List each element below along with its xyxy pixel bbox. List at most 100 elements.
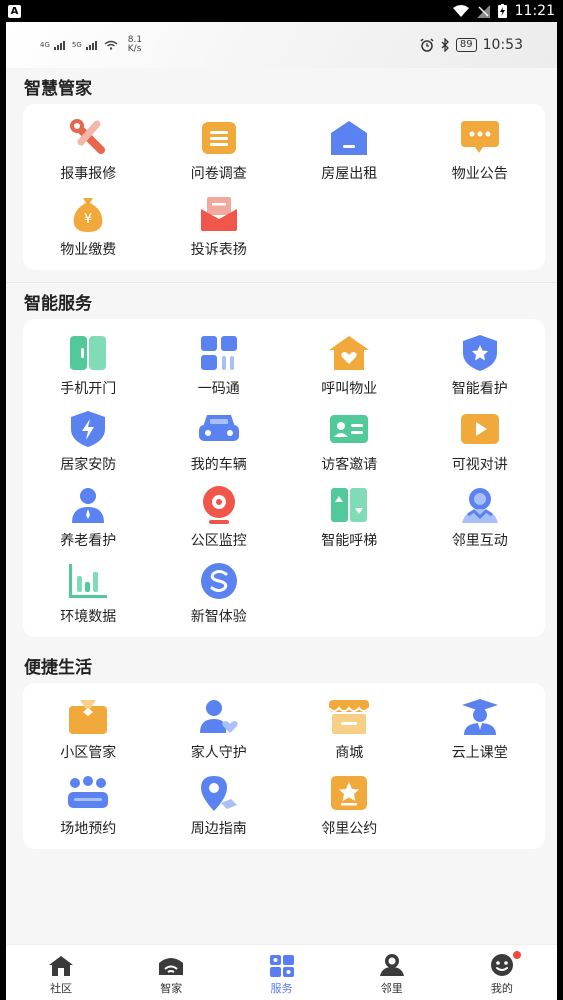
nav-label: 服务 bbox=[270, 982, 293, 995]
tile-smart-care[interactable]: 智能看护 bbox=[415, 325, 546, 401]
tile-label: 家人守护 bbox=[190, 745, 247, 761]
tile-elderly-care[interactable]: 养老看护 bbox=[23, 477, 154, 553]
tile-label: 场地预约 bbox=[60, 821, 117, 837]
tile-property-payment[interactable]: ¥ 物业缴费 bbox=[23, 186, 154, 262]
speed-unit: K/s bbox=[127, 44, 142, 54]
document-icon bbox=[201, 122, 236, 154]
home-icon bbox=[49, 956, 74, 976]
person-icon bbox=[72, 488, 105, 523]
nav-label: 邻里 bbox=[380, 982, 403, 995]
location-pin-icon bbox=[200, 776, 237, 811]
tile-label: 养老看护 bbox=[60, 533, 117, 549]
message-icon bbox=[460, 121, 499, 153]
tile-label: 商城 bbox=[335, 745, 364, 761]
section-title-smart-service: 智能服务 bbox=[24, 293, 92, 314]
section-title-convenient-life: 便捷生活 bbox=[24, 657, 92, 678]
house-icon bbox=[331, 121, 368, 155]
tile-home-security[interactable]: 居家安防 bbox=[23, 401, 154, 477]
tile-video-intercom[interactable]: 可视对讲 bbox=[415, 401, 546, 477]
tile-report-repair[interactable]: 报事报修 bbox=[23, 110, 154, 186]
camera-icon bbox=[202, 486, 235, 524]
butler-icon bbox=[69, 700, 108, 734]
device-time: 10:53 bbox=[482, 37, 523, 53]
tile-neighbor-pact[interactable]: 邻里公约 bbox=[284, 765, 415, 841]
tile-visitor-invite[interactable]: 访客邀请 bbox=[284, 401, 415, 477]
tile-phone-door[interactable]: 手机开门 bbox=[23, 325, 154, 401]
tile-label: 周边指南 bbox=[190, 821, 247, 837]
shield-bolt-icon bbox=[71, 411, 106, 447]
id-card-icon bbox=[330, 415, 369, 443]
envelope-icon bbox=[200, 197, 237, 231]
tile-survey[interactable]: 问卷调查 bbox=[154, 110, 285, 186]
tile-family-guard[interactable]: 家人守护 bbox=[154, 689, 285, 765]
signal-icon-2 bbox=[85, 41, 97, 50]
tile-mall[interactable]: 商城 bbox=[284, 689, 415, 765]
tile-one-code[interactable]: 一码通 bbox=[154, 325, 285, 401]
tile-env-data[interactable]: 环境数据 bbox=[23, 553, 154, 629]
s-logo-icon bbox=[200, 563, 237, 599]
svg-text:¥: ¥ bbox=[84, 212, 92, 227]
tile-label: 投诉表扬 bbox=[190, 242, 247, 258]
tile-nearby-guide[interactable]: 周边指南 bbox=[154, 765, 285, 841]
bar-chart-icon bbox=[69, 564, 108, 598]
door-icon bbox=[70, 336, 107, 370]
tile-neighbor-interact[interactable]: 邻里互动 bbox=[415, 477, 546, 553]
signal-icon bbox=[53, 41, 65, 50]
tile-label: 房屋出租 bbox=[321, 166, 378, 182]
nav-services[interactable]: 服务 bbox=[226, 945, 336, 1000]
tile-complaint-praise[interactable]: 投诉表扬 bbox=[154, 186, 285, 262]
family-heart-icon bbox=[199, 700, 238, 733]
tile-public-monitor[interactable]: 公区监控 bbox=[154, 477, 285, 553]
tile-label: 物业缴费 bbox=[60, 242, 117, 258]
tile-label: 访客邀请 bbox=[321, 457, 378, 473]
tile-label: 手机开门 bbox=[60, 381, 117, 397]
home-heart-icon bbox=[329, 336, 370, 370]
tile-new-experience[interactable]: 新智体验 bbox=[154, 553, 285, 629]
tile-label: 可视对讲 bbox=[451, 457, 508, 473]
alarm-icon bbox=[420, 38, 434, 52]
tile-label: 呼叫物业 bbox=[321, 381, 378, 397]
neighbors-nav-icon bbox=[379, 954, 404, 976]
play-icon bbox=[460, 414, 499, 444]
system-time: 11:21 bbox=[514, 3, 555, 19]
grid-code-icon bbox=[200, 336, 237, 370]
tile-smart-elevator[interactable]: 智能呼梯 bbox=[284, 477, 415, 553]
nav-neighbors[interactable]: 邻里 bbox=[337, 945, 447, 1000]
tile-label: 物业公告 bbox=[451, 166, 508, 182]
convenient-life-card: 小区管家 家人守护 商城 云上课堂 场地预约 周边指南 邻里公约 bbox=[23, 683, 545, 849]
app-screen: 4G 5G 8.1 K/s 89 10:53 智慧管家 报事报修 问卷调查 房屋… bbox=[6, 22, 557, 1000]
nav-smart-home[interactable]: 智家 bbox=[116, 945, 226, 1000]
bluetooth-icon bbox=[441, 38, 449, 52]
battery-charging-icon bbox=[497, 4, 507, 18]
tile-cloud-class[interactable]: 云上课堂 bbox=[415, 689, 546, 765]
app-notification-icon: A bbox=[8, 4, 21, 18]
shield-star-icon bbox=[462, 335, 497, 371]
network-2-label: 5G bbox=[71, 41, 82, 49]
tile-label: 环境数据 bbox=[60, 609, 117, 625]
network-1-label: 4G bbox=[40, 41, 50, 49]
tile-label: 智能呼梯 bbox=[321, 533, 378, 549]
star-badge-icon bbox=[331, 776, 368, 810]
store-icon bbox=[328, 700, 371, 734]
tile-venue-booking[interactable]: 场地预约 bbox=[23, 765, 154, 841]
tile-label: 小区管家 bbox=[60, 745, 117, 761]
device-status-bar: 4G 5G 8.1 K/s 89 10:53 bbox=[6, 22, 557, 68]
tile-property-notice[interactable]: 物业公告 bbox=[415, 110, 546, 186]
signal-off-icon bbox=[476, 4, 490, 18]
services-grid-icon bbox=[269, 955, 294, 977]
tile-my-vehicle[interactable]: 我的车辆 bbox=[154, 401, 285, 477]
wrench-icon bbox=[70, 119, 106, 154]
nav-community[interactable]: 社区 bbox=[6, 945, 116, 1000]
tile-house-rent[interactable]: 房屋出租 bbox=[284, 110, 415, 186]
tile-label: 一码通 bbox=[197, 381, 240, 397]
battery-level: 89 bbox=[455, 38, 477, 52]
tile-community-butler[interactable]: 小区管家 bbox=[23, 689, 154, 765]
network-speed: 8.1 K/s bbox=[128, 36, 142, 54]
smart-service-card: 手机开门 一码通 呼叫物业 智能看护 居家安防 我的车辆 访客邀请 可视对讲 养… bbox=[23, 319, 545, 637]
neighbors-icon bbox=[461, 488, 498, 523]
tile-call-property[interactable]: 呼叫物业 bbox=[284, 325, 415, 401]
nav-mine[interactable]: 我的 bbox=[447, 945, 557, 1000]
smiley-icon bbox=[490, 954, 513, 976]
system-status-bar: A 11:21 bbox=[0, 0, 563, 22]
